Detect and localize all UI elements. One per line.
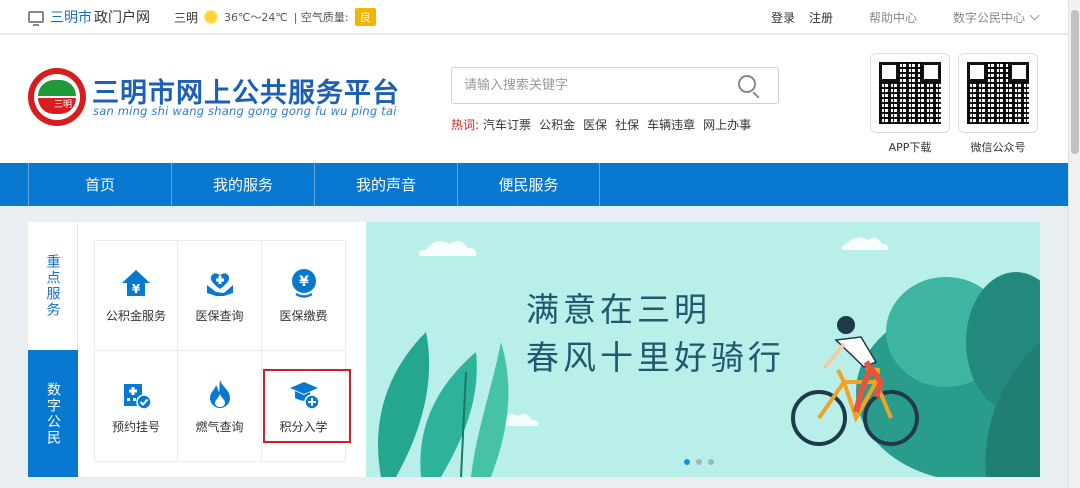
tab-key-services[interactable]: 重点服务 — [28, 222, 78, 350]
banner-line-1: 满意在三明 — [526, 290, 711, 329]
service-gas-query[interactable]: 燃气查询 — [178, 351, 262, 462]
site-city[interactable]: 三明市 — [50, 7, 92, 27]
service-label: 医保缴费 — [279, 309, 328, 323]
qr-app-download[interactable]: APP下载 — [870, 53, 950, 155]
carousel-dots — [684, 459, 714, 465]
banner-title: 满意在三明 春风十里好骑行 — [526, 286, 785, 382]
service-label: 医保查询 — [195, 309, 244, 323]
hot-words-label: 热词: — [451, 118, 480, 132]
login-link[interactable]: 登录 — [771, 9, 795, 26]
tab-key-services-label: 重点服务 — [44, 254, 61, 318]
logo-inner: 三明 — [34, 74, 80, 120]
service-label: 燃气查询 — [195, 419, 244, 434]
hot-word-social-security[interactable]: 社保 — [615, 116, 639, 133]
svg-text:¥: ¥ — [132, 282, 141, 296]
service-panel: 重点服务 数字公民 ¥ 公积金服务 医保查询 ¥ 医保缴费 预约挂号 燃气查询 … — [28, 222, 366, 477]
digital-citizen-label: 数字公民中心 — [952, 10, 1025, 25]
qr-frame — [958, 53, 1038, 133]
banner-line-2: 春风十里好骑行 — [526, 338, 785, 377]
qr-wechat-label: 微信公众号 — [970, 141, 1026, 154]
tab-digital-citizen-label: 数字公民 — [45, 381, 61, 446]
qr-code-icon — [879, 62, 941, 124]
nav-my-services[interactable]: 我的服务 — [171, 163, 314, 206]
service-grid: ¥ 公积金服务 医保查询 ¥ 医保缴费 预约挂号 燃气查询 积分入学 — [94, 240, 351, 470]
hospital-icon — [124, 383, 152, 410]
top-bar-right: 登录 注册 帮助中心 数字公民中心 — [757, 0, 1040, 34]
page-scrollbar[interactable] — [1068, 0, 1080, 488]
search-box — [451, 67, 779, 104]
hot-word-online-service[interactable]: 网上办事 — [703, 116, 751, 133]
tab-digital-citizen[interactable]: 数字公民 — [28, 350, 78, 477]
carousel-dot-1[interactable] — [684, 459, 690, 465]
top-bar: 三明市 政门户网 三明 36℃～24℃ | 空气质量: 良 登录 注册 帮助中心… — [0, 0, 1068, 34]
hero-banner[interactable]: 满意在三明 春风十里好骑行 — [366, 222, 1040, 477]
qr-frame — [870, 53, 950, 133]
weather-city: 三明 — [174, 10, 199, 25]
payment-icon: ¥ — [291, 269, 316, 298]
scrollbar-thumb[interactable] — [1071, 10, 1079, 154]
digital-citizen-menu[interactable]: 数字公民中心 — [952, 9, 1040, 26]
hot-word-housing-fund[interactable]: 公积金 — [539, 116, 575, 133]
qr-code-icon — [967, 62, 1029, 124]
header: 三明 三明市网上公共服务平台 san ming shi wang shang g… — [0, 35, 1068, 163]
service-label: 公积金服务 — [105, 309, 166, 323]
service-label: 预约挂号 — [111, 419, 160, 434]
sun-icon — [204, 10, 219, 24]
carousel-dot-3[interactable] — [708, 459, 714, 465]
search-input[interactable] — [452, 68, 742, 103]
hot-word-traffic-violation[interactable]: 车辆违章 — [647, 116, 695, 133]
nav-convenience-services[interactable]: 便民服务 — [457, 163, 600, 206]
flame-icon — [209, 379, 230, 408]
svg-text:¥: ¥ — [299, 274, 309, 290]
hot-words: 热词: 汽车订票 公积金 医保 社保 车辆违章 网上办事 — [451, 116, 751, 133]
temperature: 36℃～24℃ — [224, 11, 288, 24]
qr-wechat[interactable]: 微信公众号 — [958, 53, 1038, 155]
medical-insurance-icon — [206, 273, 233, 296]
nav-home[interactable]: 首页 — [28, 163, 171, 206]
graduation-cap-icon — [289, 381, 320, 410]
qr-app-label: APP下载 — [888, 141, 932, 154]
site-name[interactable]: 政门户网 — [94, 7, 150, 27]
site-pinyin: san ming shi wang shang gong gong fu wu … — [93, 104, 397, 118]
help-center-link[interactable]: 帮助中心 — [869, 9, 917, 26]
air-quality-badge: 良 — [354, 8, 376, 26]
service-points-enrollment[interactable]: 积分入学 — [262, 351, 351, 462]
logo-green-arc — [38, 80, 76, 96]
monitor-icon — [28, 11, 44, 26]
service-medical-query[interactable]: 医保查询 — [178, 240, 262, 351]
main-nav: 首页 我的服务 我的声音 便民服务 — [0, 163, 1068, 206]
housing-fund-icon: ¥ — [122, 270, 150, 296]
hot-word-bus-ticket[interactable]: 汽车订票 — [483, 116, 531, 133]
register-link[interactable]: 注册 — [809, 9, 833, 26]
carousel-dot-2[interactable] — [696, 459, 702, 465]
air-quality-label: | 空气质量: — [293, 11, 349, 24]
hot-word-medical[interactable]: 医保 — [583, 116, 607, 133]
service-label: 积分入学 — [279, 419, 328, 434]
site-logo[interactable]: 三明 — [28, 68, 86, 126]
service-medical-payment[interactable]: ¥ 医保缴费 — [262, 240, 346, 351]
search-icon[interactable] — [738, 75, 756, 93]
service-housing-fund[interactable]: ¥ 公积金服务 — [94, 240, 178, 351]
service-appointment[interactable]: 预约挂号 — [94, 351, 178, 462]
logo-red-arc: 三明 — [38, 98, 76, 114]
top-bar-left: 三明市 政门户网 三明 36℃～24℃ | 空气质量: 良 — [28, 0, 376, 34]
chevron-down-icon — [1029, 10, 1040, 20]
nav-my-voice[interactable]: 我的声音 — [314, 163, 457, 206]
